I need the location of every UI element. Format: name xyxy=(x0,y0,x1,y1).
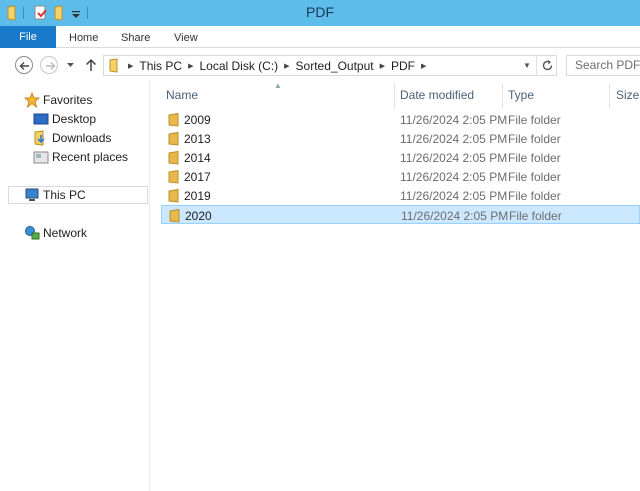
file-name: 2013 xyxy=(184,132,211,146)
folder-icon xyxy=(168,150,179,165)
column-divider[interactable] xyxy=(394,83,395,109)
recent-locations-icon[interactable] xyxy=(66,62,75,68)
folder-icon xyxy=(169,208,180,223)
file-type: File folder xyxy=(508,189,561,203)
address-bar[interactable]: ▶ This PC ▶ Local Disk (C:) ▶ Sorted_Out… xyxy=(103,55,557,76)
breadcrumb-sorted-output[interactable]: Sorted_Output xyxy=(292,59,378,73)
chevron-right-icon[interactable]: ▶ xyxy=(282,62,291,70)
file-type: File folder xyxy=(508,132,561,146)
file-row[interactable]: 2017 11/26/2024 2:05 PM File folder xyxy=(161,167,640,186)
file-type: File folder xyxy=(508,151,561,165)
breadcrumb-pdf[interactable]: PDF xyxy=(387,59,419,73)
file-type: File folder xyxy=(508,113,561,127)
tab-share[interactable]: Share xyxy=(121,26,150,48)
nav-label: Network xyxy=(43,226,88,240)
nav-item-desktop[interactable]: Desktop xyxy=(33,110,96,128)
tab-view[interactable]: View xyxy=(174,26,198,48)
computer-icon xyxy=(25,188,39,201)
nav-item-network[interactable]: Network xyxy=(24,224,87,242)
star-icon xyxy=(24,92,40,108)
window-title: PDF xyxy=(306,4,334,20)
breadcrumb-local-disk[interactable]: Local Disk (C:) xyxy=(195,59,282,73)
desktop-icon xyxy=(33,113,49,125)
navigation-bar: ▶ This PC ▶ Local Disk (C:) ▶ Sorted_Out… xyxy=(0,49,640,81)
nav-label: This PC xyxy=(43,188,86,202)
file-date: 11/26/2024 2:05 PM xyxy=(400,170,508,184)
tab-home[interactable]: Home xyxy=(69,26,98,48)
nav-item-this-pc[interactable]: This PC xyxy=(24,186,86,204)
chevron-right-icon[interactable]: ▶ xyxy=(126,62,135,70)
nav-label: Favorites xyxy=(43,93,93,107)
file-date: 11/26/2024 2:05 PM xyxy=(400,113,508,127)
file-row[interactable]: 2013 11/26/2024 2:05 PM File folder xyxy=(161,129,640,148)
column-divider[interactable] xyxy=(502,83,503,109)
file-row[interactable]: 2014 11/26/2024 2:05 PM File folder xyxy=(161,148,640,167)
column-type[interactable]: Type xyxy=(508,88,534,102)
sort-ascending-icon: ▲ xyxy=(274,81,282,90)
chevron-right-icon[interactable]: ▶ xyxy=(378,62,387,70)
file-name: 2017 xyxy=(184,170,211,184)
folder-icon xyxy=(168,131,179,146)
nav-label: Recent places xyxy=(52,150,129,164)
nav-label: Desktop xyxy=(52,112,97,126)
breadcrumb-this-pc[interactable]: This PC xyxy=(135,59,186,73)
nav-label: Downloads xyxy=(52,131,112,145)
back-button[interactable] xyxy=(15,56,33,74)
file-name: 2014 xyxy=(184,151,211,165)
file-row[interactable]: 2009 11/26/2024 2:05 PM File folder xyxy=(161,110,640,129)
file-date: 11/26/2024 2:05 PM xyxy=(400,189,508,203)
column-divider[interactable] xyxy=(609,83,610,109)
folder-icon xyxy=(168,169,179,184)
file-row-selected[interactable]: 2020 11/26/2024 2:05 PM File folder xyxy=(161,205,640,224)
search-input[interactable]: Search PDF xyxy=(566,55,640,76)
chevron-right-icon[interactable]: ▶ xyxy=(186,62,195,70)
refresh-icon xyxy=(542,60,553,71)
file-date: 11/26/2024 2:05 PM xyxy=(401,209,509,223)
file-type: File folder xyxy=(509,209,562,223)
back-arrow-icon xyxy=(19,62,29,70)
nav-item-downloads[interactable]: Downloads xyxy=(33,129,111,147)
folder-icon xyxy=(168,112,179,127)
title-bar: PDF xyxy=(0,0,640,26)
file-name: 2019 xyxy=(184,189,211,203)
ribbon-tabs: File Home Share View xyxy=(0,26,640,48)
chevron-right-icon[interactable]: ▶ xyxy=(419,62,428,70)
file-name: 2009 xyxy=(184,113,211,127)
folder-icon xyxy=(168,188,179,203)
column-size[interactable]: Size xyxy=(616,88,639,102)
network-icon xyxy=(25,226,40,240)
forward-arrow-icon xyxy=(46,62,56,70)
up-arrow-icon[interactable] xyxy=(85,58,97,72)
recent-places-icon xyxy=(33,151,49,164)
folder-icon xyxy=(109,58,118,73)
breadcrumb: ▶ This PC ▶ Local Disk (C:) ▶ Sorted_Out… xyxy=(126,56,428,75)
column-header: ▲ Name Date modified Type Size xyxy=(161,81,640,109)
file-row[interactable]: 2019 11/26/2024 2:05 PM File folder xyxy=(161,186,640,205)
file-type: File folder xyxy=(508,170,561,184)
refresh-button[interactable] xyxy=(536,56,557,75)
downloads-icon xyxy=(34,130,45,146)
file-date: 11/26/2024 2:05 PM xyxy=(400,151,508,165)
nav-item-favorites[interactable]: Favorites xyxy=(24,91,92,109)
navigation-pane: Favorites Desktop Downloads Recent place… xyxy=(0,81,150,491)
forward-button[interactable] xyxy=(40,56,58,74)
file-date: 11/26/2024 2:05 PM xyxy=(400,132,508,146)
address-history-button[interactable]: ▼ xyxy=(518,56,536,75)
file-name: 2020 xyxy=(185,209,212,223)
tab-file[interactable]: File xyxy=(0,26,56,48)
column-date-modified[interactable]: Date modified xyxy=(400,88,474,102)
column-name[interactable]: Name xyxy=(166,88,198,102)
nav-item-recent-places[interactable]: Recent places xyxy=(33,148,128,166)
